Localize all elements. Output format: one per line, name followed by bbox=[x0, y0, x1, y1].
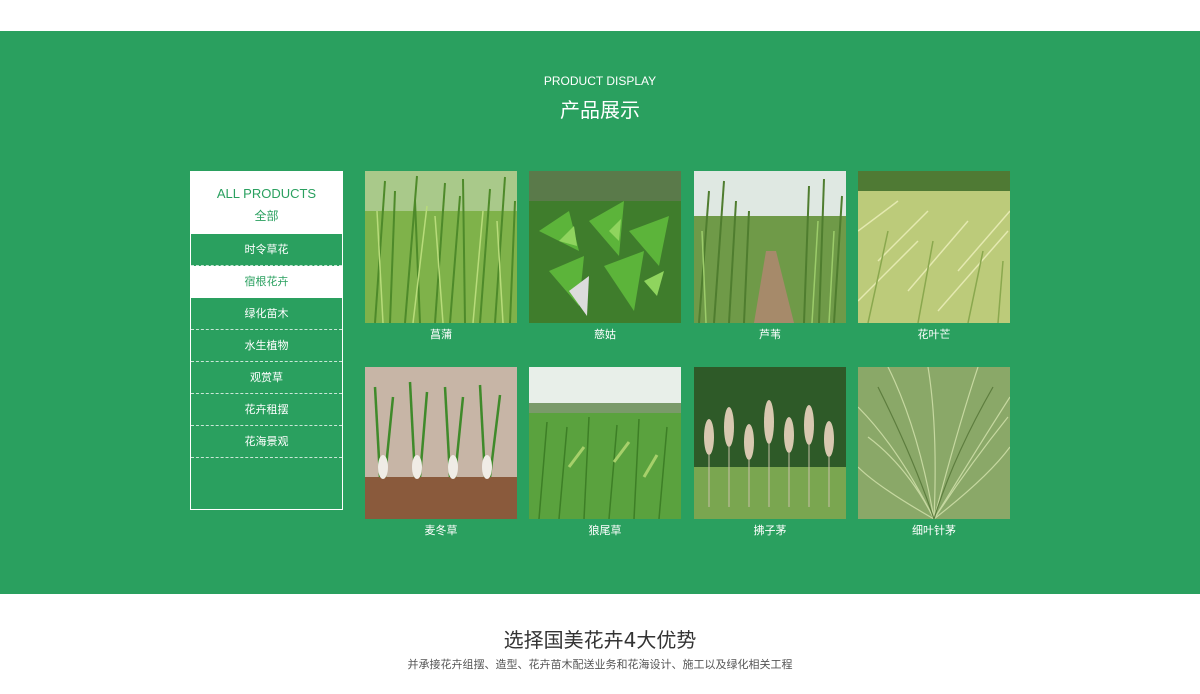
all-products-label-cn: 全部 bbox=[254, 209, 279, 223]
category-item-flower-rental[interactable]: 花卉租摆 bbox=[191, 394, 342, 426]
advantages-subtitle: 并承接花卉组摆、造型、花卉苗木配送业务和花海设计、施工以及绿化相关工程 bbox=[407, 658, 793, 671]
product-name: 细叶针茅 bbox=[912, 524, 956, 537]
advantages-title: 选择国美花卉4大优势 bbox=[503, 628, 697, 652]
product-card[interactable]: 麦冬草 bbox=[365, 367, 517, 539]
category-item-flower-sea[interactable]: 花海景观 bbox=[191, 426, 342, 458]
feather-grass-photo bbox=[858, 367, 1010, 519]
category-item-aquatic-plants[interactable]: 水生植物 bbox=[191, 330, 342, 362]
section-title-cn: 产品展示 bbox=[560, 98, 640, 122]
product-card[interactable]: 细叶针茅 bbox=[858, 367, 1010, 539]
product-name: 慈姑 bbox=[594, 328, 616, 341]
category-list: 时令草花 宿根花卉 绿化苗木 水生植物 观赏草 花卉租摆 花海景观 bbox=[191, 234, 342, 458]
product-name: 花叶芒 bbox=[917, 328, 951, 341]
product-card[interactable]: 狼尾草 bbox=[529, 367, 681, 539]
variegated-grass-photo bbox=[858, 171, 1010, 323]
product-category-sidebar: ALL PRODUCTS 全部 时令草花 宿根花卉 绿化苗木 水生植物 观赏草 … bbox=[190, 171, 343, 510]
product-card[interactable]: 芦苇 bbox=[694, 171, 846, 343]
category-item-seasonal-flowers[interactable]: 时令草花 bbox=[191, 234, 342, 266]
all-products-label-en: ALL PRODUCTS bbox=[216, 186, 317, 201]
reed-path-photo bbox=[694, 171, 846, 323]
product-card[interactable]: 慈姑 bbox=[529, 171, 681, 343]
product-name: 拂子茅 bbox=[753, 524, 787, 537]
product-display-section: PRODUCT DISPLAY 产品展示 ALL PRODUCTS 全部 时令草… bbox=[0, 31, 1200, 594]
category-item-perennials[interactable]: 宿根花卉 bbox=[191, 266, 342, 298]
product-name: 狼尾草 bbox=[588, 524, 622, 537]
all-products-header[interactable]: ALL PRODUCTS 全部 bbox=[191, 172, 342, 234]
product-name: 菖蒲 bbox=[430, 328, 452, 341]
product-card[interactable]: 花叶芒 bbox=[858, 171, 1010, 343]
foxtail-grass-photo bbox=[529, 367, 681, 519]
arrowhead-leaves-photo bbox=[529, 171, 681, 323]
tall-grass-photo bbox=[365, 171, 517, 323]
product-card[interactable]: 拂子茅 bbox=[694, 367, 846, 539]
root-seedlings-photo bbox=[365, 367, 517, 519]
category-item-nursery-trees[interactable]: 绿化苗木 bbox=[191, 298, 342, 330]
product-card[interactable]: 菖蒲 bbox=[365, 171, 517, 343]
plume-grass-photo bbox=[694, 367, 846, 519]
product-name: 芦苇 bbox=[759, 328, 781, 341]
product-name: 麦冬草 bbox=[424, 524, 458, 537]
category-item-ornamental-grass[interactable]: 观赏草 bbox=[191, 362, 342, 394]
section-title-en: PRODUCT DISPLAY bbox=[543, 74, 657, 88]
